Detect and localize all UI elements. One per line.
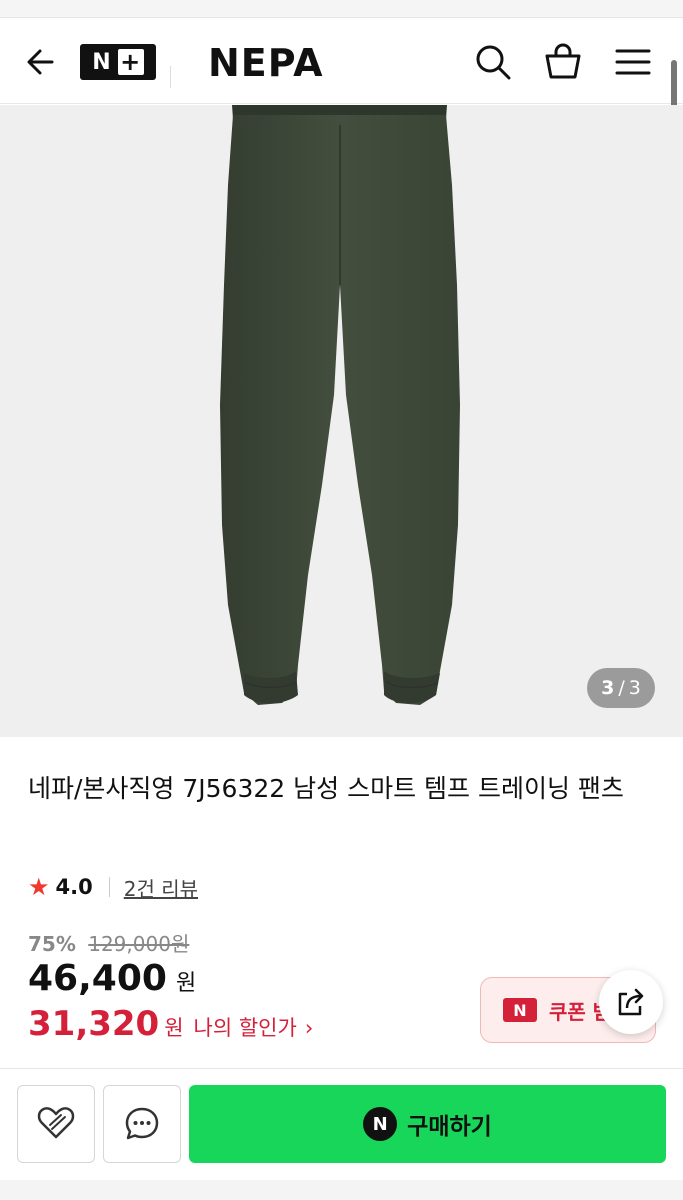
search-icon: [476, 45, 511, 80]
my-discount-price: 31,320: [28, 1004, 160, 1044]
wishlist-button[interactable]: [17, 1085, 95, 1163]
original-price: 129,000원: [88, 932, 190, 956]
share-icon: [618, 988, 644, 1016]
image-counter-total: 3: [628, 677, 641, 699]
image-counter: 3 / 3: [587, 668, 655, 708]
image-counter-separator: /: [618, 677, 625, 699]
menu-button[interactable]: [611, 40, 655, 84]
discount-rate: 75%: [28, 932, 76, 956]
rating-divider: [108, 877, 110, 897]
original-price-row: 75% 129,000원: [28, 928, 189, 957]
sale-price: 46,400: [28, 958, 167, 999]
my-discount-price-link[interactable]: 31,320 원 나의 할인가 ›: [28, 1004, 313, 1044]
nplus-plus: +: [117, 49, 144, 75]
sale-price-unit: 원: [176, 971, 197, 996]
rating-row: ★ 4.0 2건 리뷰: [28, 872, 198, 902]
brand-logo[interactable]: NEPA: [208, 41, 324, 85]
coupon-n-badge: N: [503, 998, 537, 1022]
header: N + NEPA: [0, 18, 683, 104]
nplus-letter: N: [92, 49, 112, 75]
product-image-gallery[interactable]: 3 / 3: [0, 105, 683, 737]
chat-bubble-icon: [125, 1107, 159, 1140]
nplus-store-logo[interactable]: N +: [80, 44, 156, 80]
sale-price-row: 46,400 원: [28, 958, 196, 999]
product-title: 네파/본사직영 7J56322 남성 스마트 템프 트레이닝 팬츠: [28, 774, 624, 803]
product-page: N + NEPA 3 / 3 네파/본사직영 7J56322 남성 스마트 템프…: [0, 0, 683, 1200]
buy-button[interactable]: N 구매하기: [189, 1085, 666, 1163]
rating-score: 4.0: [55, 875, 93, 899]
cart-button[interactable]: [541, 40, 585, 84]
arrow-left-icon: [27, 49, 54, 75]
header-divider: [170, 66, 171, 88]
top-status-strip: [0, 0, 683, 18]
chevron-right-icon: ›: [304, 1016, 314, 1040]
naverpay-n-badge: N: [363, 1107, 398, 1141]
star-icon: ★: [28, 873, 50, 901]
back-button[interactable]: [22, 42, 62, 82]
chat-button[interactable]: [103, 1085, 181, 1163]
share-button[interactable]: [599, 970, 663, 1034]
my-discount-label: 나의 할인가: [193, 1016, 297, 1040]
hamburger-menu-icon: [615, 49, 651, 75]
bottom-system-strip: [0, 1180, 683, 1200]
shopping-bag-icon: [545, 43, 581, 79]
my-discount-price-unit: 원: [164, 1016, 184, 1040]
reviews-link[interactable]: 2건 리뷰: [124, 873, 198, 902]
heart-icon: [37, 1107, 75, 1139]
buy-label: 구매하기: [407, 1114, 492, 1140]
image-counter-current: 3: [601, 677, 615, 699]
search-button[interactable]: [471, 40, 515, 84]
product-image-pants: [220, 105, 460, 705]
bottom-bar-divider: [0, 1068, 683, 1069]
